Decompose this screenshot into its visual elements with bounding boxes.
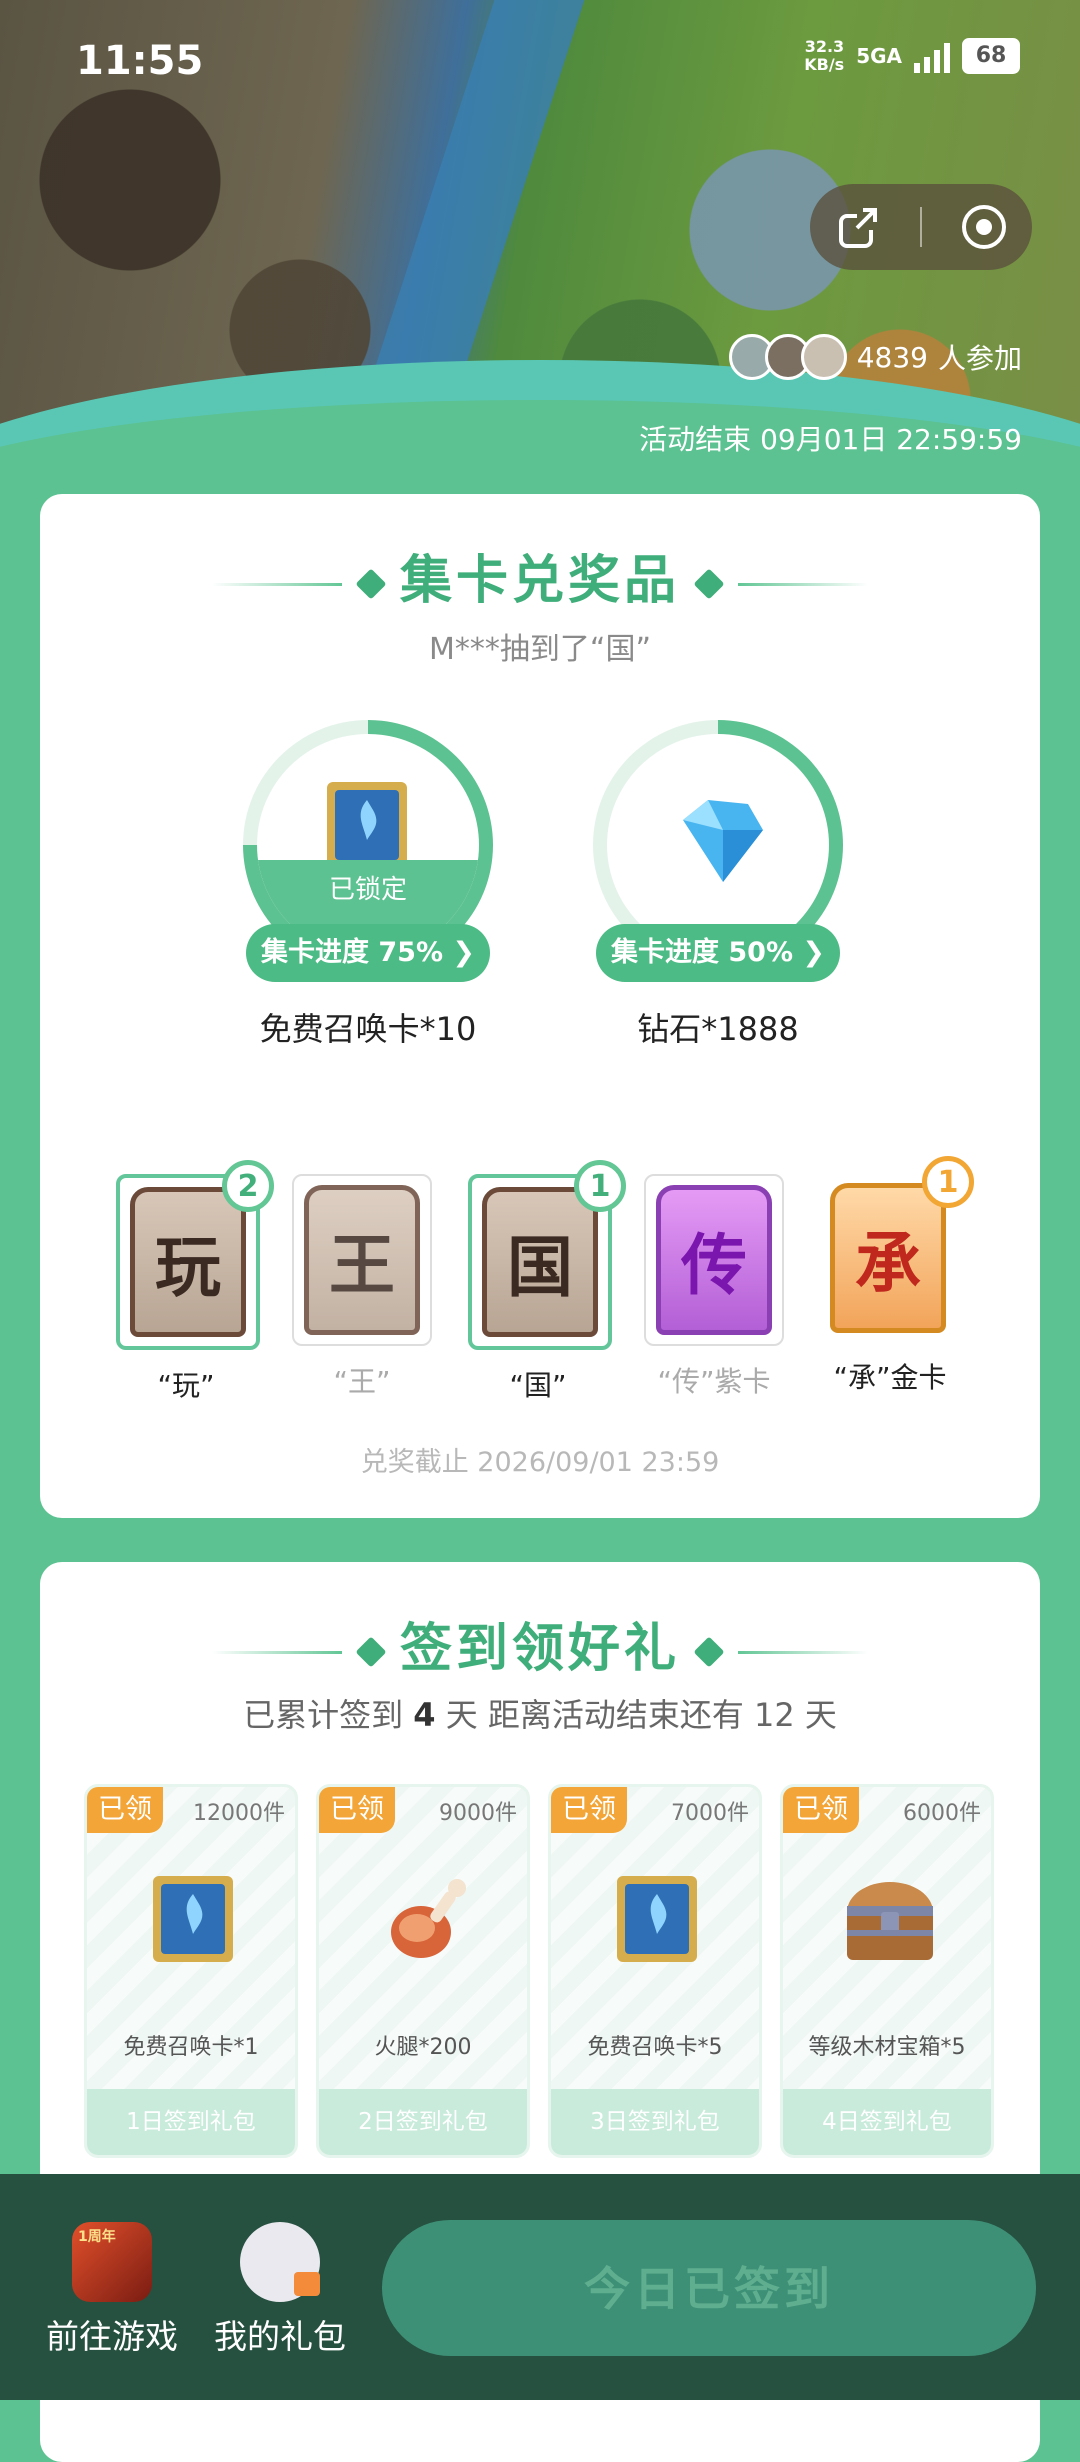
signed-in-today-button[interactable]: 今日已签到: [382, 2220, 1036, 2356]
sparkle-icon: [693, 1636, 725, 1668]
title-decor-line: [738, 1650, 868, 1654]
card-count-badge: 2: [222, 1160, 274, 1212]
gift-day-label: 2日签到礼包: [319, 2089, 527, 2155]
chevron-right-icon: ❯: [452, 937, 476, 968]
anniversary-badge: 1周年: [78, 2229, 116, 2245]
my-gifts-button[interactable]: 我的礼包: [200, 2222, 360, 2358]
claimed-tag: 已领: [551, 1787, 627, 1833]
title-decor-line: [211, 1650, 342, 1654]
card-count-badge: 1: [922, 1156, 974, 1208]
card-label: “传”紫卡: [657, 1365, 771, 1398]
close-miniapp-button[interactable]: [949, 192, 1019, 262]
prize-name: 免费召唤卡*10: [259, 1010, 477, 1048]
gift-name: 等级木材宝箱*5: [808, 2035, 966, 2060]
share-icon: [839, 208, 878, 248]
letter-card-wan[interactable]: 玩 2 “玩”: [116, 1160, 274, 1404]
redeem-deadline: 兑奖截止 2026/09/01 23:59: [360, 1447, 720, 1478]
sparkle-icon: [693, 568, 725, 600]
draw-broadcast: M***抽到了“国”: [429, 632, 651, 667]
signin-gift-day3[interactable]: 已领 7000件 免费召唤卡*5 3日签到礼包: [548, 1784, 762, 2158]
prize-name: 钻石*1888: [637, 1010, 799, 1048]
gift-stock: 6000件: [903, 1801, 981, 1826]
my-gifts-label: 我的礼包: [214, 2317, 346, 2356]
activity-end-time: 活动结束 09月01日 22:59:59: [639, 423, 1022, 456]
card-label: “国”: [509, 1369, 567, 1402]
gift-stock: 12000件: [193, 1801, 285, 1826]
signin-summary: 已累计签到 4 天 距离活动结束还有 12 天: [243, 1696, 837, 1734]
prize-diamond[interactable]: 集卡进度 50% ❯ 钻石*1888: [588, 720, 848, 1050]
card-frame: 承 1: [820, 1156, 974, 1342]
signin-gift-day4[interactable]: 已领 6000件 等级木材宝箱*5 4日签到礼包: [780, 1784, 994, 2158]
card-frame: 传: [644, 1174, 784, 1346]
gift-avatar-icon: [240, 2222, 320, 2302]
signin-gift-day2[interactable]: 已领 9000件 火腿*200 2日签到礼包: [316, 1784, 530, 2158]
sparkle-icon: [355, 1636, 387, 1668]
claimed-tag: 已领: [783, 1787, 859, 1833]
card-label: “承”金卡: [833, 1361, 947, 1394]
title-decor-line: [211, 582, 342, 586]
card-frame: 王: [292, 1174, 432, 1346]
signal-icon: [914, 39, 950, 73]
letter-card-guo[interactable]: 国 1 “国”: [468, 1160, 626, 1404]
section-title: 集卡兑奖品: [40, 538, 1040, 613]
treasure-chest-icon: [847, 1882, 933, 1960]
gift-name: 免费召唤卡*5: [587, 2035, 723, 2060]
capsule-divider: [919, 207, 922, 247]
chevron-right-icon: ❯: [802, 937, 826, 968]
net-speed: 32.3 KB/s: [804, 37, 845, 74]
record-icon: [961, 205, 1006, 249]
letter-card-wang[interactable]: 王 “王”: [292, 1174, 432, 1400]
mini-program-capsule: [810, 184, 1032, 270]
card-character: 承: [830, 1183, 946, 1333]
gift-stock: 7000件: [671, 1801, 749, 1826]
game-icon: 1周年: [72, 2222, 152, 2302]
card-character: 传: [656, 1185, 772, 1335]
gift-box-icon: [294, 2272, 320, 2296]
avatar: [800, 334, 847, 380]
sparkle-icon: [355, 568, 387, 600]
claimed-tag: 已领: [319, 1787, 395, 1833]
signin-gift-day1[interactable]: 已领 12000件 免费召唤卡*1 1日签到礼包: [84, 1784, 298, 2158]
diamond-icon: [683, 800, 763, 882]
progress-button[interactable]: 集卡进度 75% ❯: [246, 924, 490, 982]
letter-card-chuan[interactable]: 传 “传”紫卡: [644, 1174, 784, 1400]
status-indicators: 32.3 KB/s 5GA 68: [804, 38, 1020, 74]
letter-card-cheng[interactable]: 承 1 “承”金卡: [820, 1156, 974, 1396]
section-title: 签到领好礼: [40, 1606, 1040, 1681]
progress-button[interactable]: 集卡进度 50% ❯: [596, 924, 840, 982]
participants-count: 4839: [856, 340, 928, 374]
summon-card-icon: [153, 1876, 233, 1962]
battery-indicator: 68: [962, 38, 1020, 74]
go-to-game-label: 前往游戏: [46, 2317, 178, 2356]
card-frame: 玩 2: [116, 1160, 274, 1350]
collect-title: 集卡兑奖品: [399, 551, 680, 611]
signin-title: 签到领好礼: [399, 1619, 680, 1679]
card-count-badge: 1: [574, 1160, 626, 1212]
summon-card-icon: [617, 1876, 697, 1962]
bottom-action-bar: 1周年 前往游戏 我的礼包 今日已签到: [0, 2174, 1080, 2400]
collect-cards-section: 集卡兑奖品 M***抽到了“国” 已锁定 集卡进度 75% ❯ 免费召唤卡*10…: [40, 494, 1040, 1518]
participants-info: 4839 人参加: [728, 334, 1022, 380]
card-character: 王: [304, 1185, 420, 1335]
card-label: “王”: [333, 1365, 391, 1398]
gift-name: 免费召唤卡*1: [123, 2035, 259, 2060]
card-frame: 国 1: [468, 1160, 626, 1350]
gift-day-label: 3日签到礼包: [551, 2089, 759, 2155]
go-to-game-button[interactable]: 1周年 前往游戏: [32, 2222, 192, 2358]
card-label: “玩”: [157, 1369, 215, 1402]
prize-summon-card[interactable]: 已锁定 集卡进度 75% ❯ 免费召唤卡*10: [238, 720, 498, 1050]
title-decor-line: [738, 582, 868, 586]
share-button[interactable]: [823, 192, 893, 262]
card-character: 玩: [130, 1187, 246, 1337]
gift-stock: 9000件: [439, 1801, 517, 1826]
status-time: 11:55: [76, 38, 204, 84]
gift-name: 火腿*200: [374, 2035, 472, 2060]
network-type: 5GA: [856, 44, 902, 68]
ham-icon: [391, 1879, 466, 1958]
participants-suffix: 人参加: [937, 342, 1022, 375]
gift-day-label: 1日签到礼包: [87, 2089, 295, 2155]
card-character: 国: [482, 1187, 598, 1337]
gift-day-label: 4日签到礼包: [783, 2089, 991, 2155]
claimed-tag: 已领: [87, 1787, 163, 1833]
